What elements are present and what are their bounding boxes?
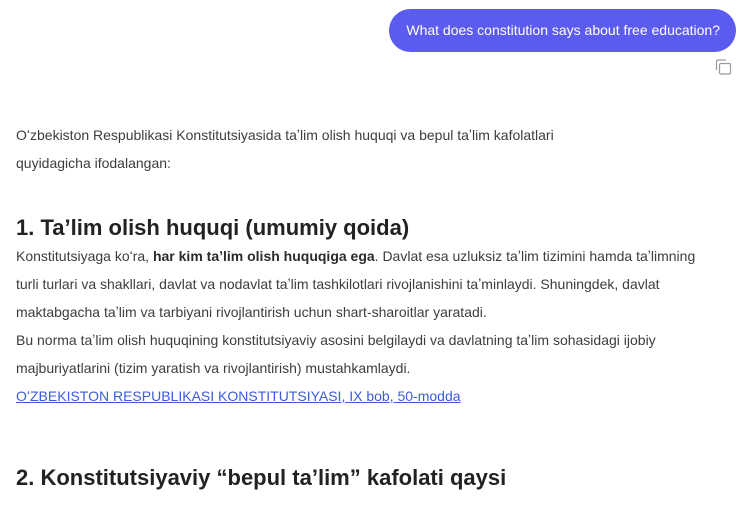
section1-paragraph-1: Konstitutsiyaga koʻra, har kim taʼlim ol… <box>16 242 716 326</box>
section1-paragraph-2: Bu norma taʼlim olish huquqining konstit… <box>16 332 656 376</box>
copy-icon[interactable] <box>714 59 732 75</box>
section-heading-2: 2. Konstitutsiyaviy “bepul ta’lim” kafol… <box>16 465 507 490</box>
section-heading-1: 1. Ta’lim olish huquqi (umumiy qoida) <box>16 215 410 240</box>
section1-p1-bold: har kim taʼlim olish huquqiga ega <box>152 248 375 264</box>
source-link-row: OʻZBEKISTON RESPUBLIKASI KONSTITUTSIYASI… <box>16 382 716 410</box>
source-link[interactable]: OʻZBEKISTON RESPUBLIKASI KONSTITUTSIYASI… <box>16 388 461 404</box>
user-message-row: What does constitution says about free e… <box>389 9 736 75</box>
user-message-bubble: What does constitution says about free e… <box>389 9 736 52</box>
assistant-answer: Oʻzbekiston Respublikasi Konstitutsiyasi… <box>16 121 716 492</box>
chat-page: What does constitution says about free e… <box>0 0 744 517</box>
answer-intro: Oʻzbekiston Respublikasi Konstitutsiyasi… <box>16 127 554 171</box>
section1-p1-text-start: Konstitutsiyaga koʻra, <box>16 248 153 264</box>
